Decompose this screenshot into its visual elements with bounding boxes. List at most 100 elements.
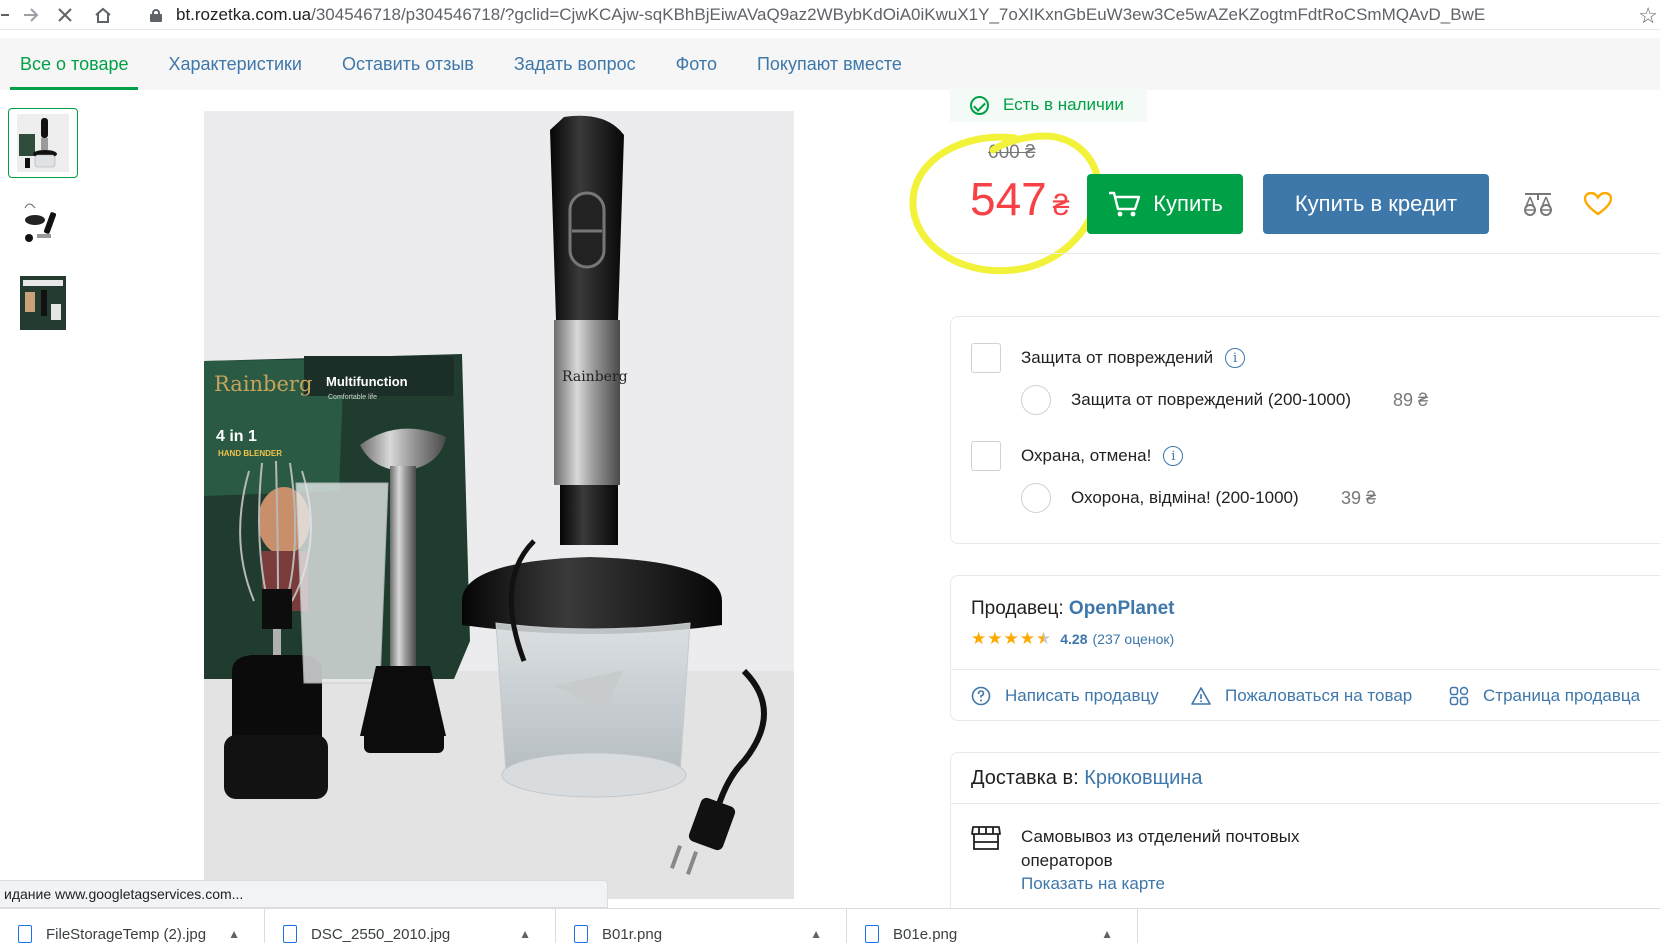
seller-prefix: Продавец: (971, 598, 1069, 619)
show-on-map-link[interactable]: Показать на карте (1021, 874, 1165, 894)
buy-button-label: Купить (1153, 191, 1223, 216)
tab-photo[interactable]: Фото (656, 38, 737, 90)
write-seller-label: Написать продавцу (1005, 686, 1159, 705)
box-brand-text: Rainberg (214, 372, 312, 396)
seller-rating-value: 4.28 (1060, 630, 1088, 647)
browser-toolbar: bt.rozetka.com.ua/304546718/p304546718/?… (0, 0, 1660, 30)
check-circle-icon (970, 95, 989, 115)
complain-product-link[interactable]: Пожаловаться на товар (1191, 686, 1412, 706)
damage-protection-radio[interactable] (1021, 385, 1051, 415)
cart-icon (1109, 191, 1141, 217)
favorite-heart-icon[interactable] (1578, 184, 1618, 224)
store-icon (971, 826, 1001, 850)
buy-on-credit-label: Купить в кредит (1294, 191, 1458, 216)
thumbnail-2[interactable] (8, 188, 78, 258)
current-price: 547 ₴ (970, 172, 1069, 226)
product-photo-illustration: Multifunction Comfortable life Rainberg … (204, 111, 794, 899)
seller-reviews-count: (237 оценок) (1092, 630, 1175, 647)
in-stock-badge: Есть в наличии (950, 88, 1147, 122)
download-item[interactable]: FileStorageTemp (2).jpg ▲ (0, 909, 265, 943)
tab-bought-together[interactable]: Покупают вместе (737, 38, 922, 90)
box-multifunction-text: Multifunction (326, 374, 408, 389)
file-icon (283, 924, 297, 943)
damage-protection-checkbox[interactable] (971, 343, 1001, 373)
chevron-up-icon[interactable]: ▲ (1101, 927, 1113, 941)
service-option-damage-protection: Защита от повреждений (200-1000) (1021, 385, 1351, 415)
tab-all-about-product[interactable]: Все о товаре (0, 38, 148, 90)
price-section-divider (950, 253, 1660, 254)
damage-protection-price: 89 ₴ (1393, 390, 1429, 410)
delivery-prefix: Доставка в: (971, 767, 1085, 789)
lock-icon[interactable] (150, 8, 162, 22)
download-file-name: FileStorageTemp (2).jpg (46, 926, 207, 943)
chevron-up-icon[interactable]: ▲ (228, 927, 240, 941)
delivery-city-link[interactable]: Крюковщина (1084, 767, 1202, 789)
info-icon[interactable]: i (1163, 446, 1184, 466)
guard-radio[interactable] (1021, 483, 1051, 513)
url-text[interactable]: bt.rozetka.com.ua/304546718/p304546718/?… (176, 5, 1485, 25)
thumbnail-3[interactable] (8, 268, 78, 338)
star-icon: ★ (987, 629, 1003, 648)
blender-brand-text: Rainberg (562, 369, 628, 385)
half-star-icon: ★ (1036, 629, 1052, 648)
download-item[interactable]: B01e.png ▲ (847, 909, 1138, 943)
damage-protection-label: Защита от повреждений (1021, 348, 1214, 367)
thumbnail-1[interactable] (8, 108, 78, 178)
download-item[interactable]: B01r.png ▲ (556, 909, 847, 943)
write-seller-link[interactable]: Написать продавцу (971, 686, 1159, 706)
chevron-up-icon[interactable]: ▲ (519, 927, 531, 941)
question-circle-icon (971, 686, 991, 706)
product-tabs: Все о товаре Характеристики Оставить отз… (0, 38, 1660, 90)
stop-loading-icon[interactable] (48, 0, 82, 30)
star-icon: ★ (971, 629, 987, 648)
pickup-option-label: Самовывоз из отделений почтовых оператор… (1021, 827, 1300, 870)
guard-checkbox[interactable] (971, 441, 1001, 471)
info-icon[interactable]: i (1225, 348, 1246, 368)
tab-ask-question[interactable]: Задать вопрос (494, 38, 656, 90)
service-group-damage-protection: Защита от повреждений i (971, 343, 1246, 373)
address-bar[interactable]: bt.rozetka.com.ua/304546718/p304546718/?… (150, 2, 1485, 28)
download-file-name: B01e.png (893, 926, 958, 943)
guard-price: 39 ₴ (1341, 488, 1377, 508)
delivery-header: Доставка в: Крюковщина (971, 767, 1202, 790)
download-item[interactable]: DSC_2550_2010.jpg ▲ (265, 909, 556, 943)
thumbnail-1-image (17, 114, 69, 172)
downloads-bar: FileStorageTemp (2).jpg ▲ DSC_2550_2010.… (0, 908, 1660, 943)
star-icon: ★ (1003, 629, 1019, 648)
buy-button[interactable]: Купить (1087, 174, 1243, 234)
seller-name-link[interactable]: OpenPlanet (1069, 598, 1175, 619)
home-icon[interactable] (86, 0, 120, 30)
old-price: 600 ₴ (988, 142, 1036, 163)
seller-header: Продавец: OpenPlanet (971, 598, 1175, 620)
download-file-name: B01r.png (602, 926, 663, 943)
warning-triangle-icon (1191, 687, 1211, 705)
compare-icon[interactable] (1518, 184, 1558, 224)
thumbnail-2-image (17, 194, 69, 252)
seller-page-label: Страница продавца (1483, 686, 1641, 705)
grid-icon (1449, 686, 1469, 706)
seller-page-link[interactable]: Страница продавца (1449, 686, 1640, 706)
file-icon (865, 924, 879, 943)
thumbnail-list (8, 108, 80, 348)
status-bar: идание www.googletagservices.com... (0, 880, 608, 908)
complain-product-label: Пожаловаться на товар (1225, 686, 1413, 705)
product-main-photo[interactable]: Multifunction Comfortable life Rainberg … (204, 111, 794, 899)
tab-characteristics[interactable]: Характеристики (148, 38, 321, 90)
back-arrow-icon[interactable] (0, 0, 14, 30)
forward-arrow-icon[interactable] (14, 0, 48, 30)
box-badge2-text: HAND BLENDER (218, 449, 282, 458)
delivery-divider (951, 803, 1660, 804)
bookmark-star-icon[interactable]: ☆ (1638, 3, 1658, 29)
tab-leave-review[interactable]: Оставить отзыв (322, 38, 494, 90)
file-icon (18, 924, 32, 943)
additional-services-card: Защита от повреждений i Защита от повреж… (950, 316, 1660, 544)
box-subtitle-text: Comfortable life (328, 394, 377, 401)
service-option-guard: Охорона, відміна! (200-1000) (1021, 483, 1299, 513)
in-stock-label: Есть в наличии (1003, 95, 1124, 114)
guard-option-label: Охорона, відміна! (200-1000) (1071, 488, 1299, 507)
seller-divider (951, 669, 1660, 670)
buy-on-credit-button[interactable]: Купить в кредит (1263, 174, 1489, 234)
chevron-up-icon[interactable]: ▲ (810, 927, 822, 941)
service-group-guard: Охрана, отмена! i (971, 441, 1184, 471)
thumbnail-3-image (17, 274, 69, 332)
